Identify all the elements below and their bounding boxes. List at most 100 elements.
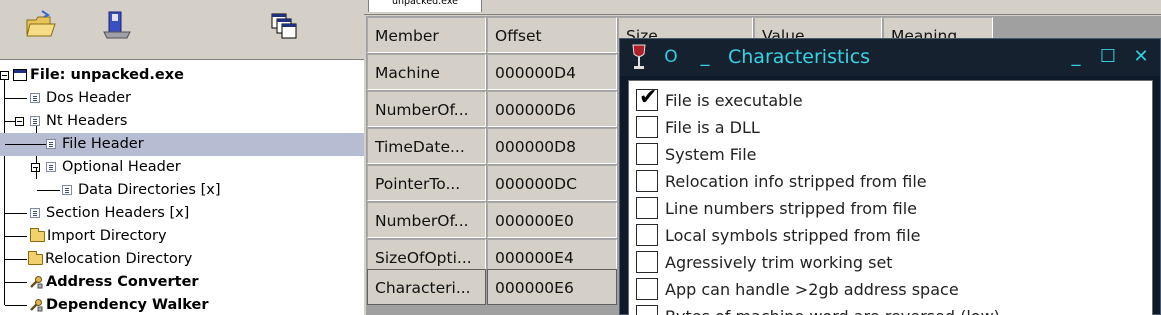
column-header-member[interactable]: Member — [367, 17, 486, 53]
flag-label: Bytes of machine word are reversed (low) — [665, 303, 1000, 315]
flag-label: File is a DLL — [665, 118, 760, 137]
tree-connector — [5, 305, 27, 306]
table-cell-offset[interactable]: 000000DC — [487, 165, 617, 201]
table-cell-member-selected[interactable]: Characteri... — [367, 269, 486, 305]
flag-label: File is executable — [665, 91, 803, 110]
table-cell-offset[interactable]: 000000D6 — [487, 91, 617, 127]
tree-item-label: Relocation Directory — [45, 251, 193, 267]
table-cell-offset-selected[interactable]: 000000E6 — [487, 269, 617, 305]
table-cell-member[interactable]: NumberOf... — [367, 91, 486, 127]
tree-item-root[interactable]: File: unpacked.exe — [0, 64, 364, 87]
flag-label: App can handle >2gb address space — [665, 280, 959, 299]
flag-row[interactable]: File is a DLL — [629, 114, 1152, 141]
table-cell-member[interactable]: PointerTo... — [367, 165, 486, 201]
flag-label: Local symbols stripped from file — [665, 226, 921, 245]
windows-icon[interactable] — [266, 8, 300, 42]
checkbox[interactable] — [636, 116, 658, 138]
tree-connector — [5, 282, 27, 283]
checkbox[interactable] — [636, 170, 658, 192]
tree-item-label: Import Directory — [47, 228, 167, 244]
struct-icon — [30, 208, 40, 218]
wrench-icon — [30, 276, 43, 289]
table-cell-offset[interactable]: 000000E0 — [487, 202, 617, 238]
tab-unpacked-exe[interactable]: unpacked.exe — [368, 0, 482, 12]
maximize-button[interactable]: ☐ — [1095, 46, 1121, 70]
checkbox[interactable] — [636, 224, 658, 246]
table-cell-offset[interactable]: 000000D8 — [487, 128, 617, 164]
struct-icon — [46, 139, 56, 149]
tree-item-label: Section Headers [x] — [46, 205, 190, 221]
flag-row[interactable]: Bytes of machine word are reversed (low) — [629, 303, 1152, 315]
table-cell-member[interactable]: NumberOf... — [367, 202, 486, 238]
dialog-titlebar[interactable]: O _ Characteristics _ ☐ ✕ — [620, 39, 1160, 76]
tree-connector — [5, 98, 27, 99]
flags-list: ✔ File is executable File is a DLL Syste… — [628, 80, 1153, 315]
flag-row[interactable]: Local symbols stripped from file — [629, 222, 1152, 249]
flag-row[interactable]: App can handle >2gb address space — [629, 276, 1152, 303]
tree-item-label: Nt Headers — [46, 113, 128, 129]
window-icon — [13, 69, 27, 81]
flag-label: Agressively trim working set — [665, 253, 893, 272]
close-button[interactable]: ✕ — [1128, 46, 1154, 70]
folder-icon — [30, 228, 45, 242]
tree-item-label: Address Converter — [46, 274, 199, 290]
tree-item-import-directory[interactable]: Import Directory — [0, 225, 364, 248]
characteristics-dialog: O _ Characteristics _ ☐ ✕ ✔ File is exec… — [619, 38, 1161, 315]
shade-button[interactable]: _ — [692, 46, 718, 70]
struct-icon — [30, 93, 40, 103]
table-cell-offset[interactable]: 000000D4 — [487, 54, 617, 90]
folder-icon — [28, 251, 43, 265]
flag-row[interactable]: System File — [629, 141, 1152, 168]
left-panel: File: unpacked.exe Dos Header Nt Headers… — [0, 0, 364, 315]
collapse-toggle-icon[interactable] — [15, 117, 24, 126]
tree-item-label: Dos Header — [46, 90, 131, 106]
tree-item-address-converter[interactable]: Address Converter — [0, 271, 364, 294]
checkbox[interactable] — [636, 197, 658, 219]
tree-connector — [36, 167, 37, 179]
checkbox[interactable] — [636, 143, 658, 165]
tree-connector — [5, 213, 27, 214]
tree-item-dos-header[interactable]: Dos Header — [0, 87, 364, 110]
o-button[interactable]: O — [658, 46, 684, 70]
tree-item-label: File: unpacked.exe — [30, 67, 184, 83]
tree-view[interactable]: File: unpacked.exe Dos Header Nt Headers… — [0, 61, 364, 315]
tree-item-label: Optional Header — [62, 159, 181, 175]
tree-item-label: Dependency Walker — [46, 297, 209, 313]
tree-item-section-headers[interactable]: Section Headers [x] — [0, 202, 364, 225]
tree-item-data-directories[interactable]: Data Directories [x] — [0, 167, 364, 202]
minimize-button[interactable]: _ — [1063, 46, 1089, 70]
toolbar — [0, 0, 364, 60]
table-cell-member[interactable]: Machine — [367, 54, 486, 90]
tree-item-dependency-walker[interactable]: Dependency Walker — [0, 294, 364, 315]
tree-item-file-header[interactable]: File Header — [0, 133, 364, 156]
wrench-icon — [30, 299, 43, 312]
checkbox[interactable]: ✔ — [636, 85, 658, 111]
flag-row[interactable]: Relocation info stripped from file — [629, 168, 1152, 195]
tree-connector — [5, 259, 27, 260]
struct-icon — [62, 185, 72, 195]
checkbox[interactable] — [636, 305, 658, 315]
struct-icon — [46, 162, 56, 172]
wine-glass-icon — [632, 44, 646, 69]
struct-icon — [30, 116, 40, 126]
flag-row[interactable]: ✔ File is executable — [629, 87, 1152, 114]
tree-item-optional-header[interactable]: Optional Header — [0, 156, 364, 179]
checkbox[interactable] — [636, 278, 658, 300]
tree-item-relocation-directory[interactable]: Relocation Directory — [0, 248, 364, 271]
flag-row[interactable]: Agressively trim working set — [629, 249, 1152, 276]
table-cell-member[interactable]: TimeDate... — [367, 128, 486, 164]
tab-strip: unpacked.exe — [364, 0, 1161, 15]
tree-item-label: File Header — [62, 136, 144, 152]
flag-label: Line numbers stripped from file — [665, 199, 918, 218]
dialog-title: Characteristics — [728, 46, 871, 68]
open-folder-icon[interactable] — [24, 8, 58, 42]
tree-connector — [37, 190, 60, 191]
column-header-offset[interactable]: Offset — [487, 17, 617, 53]
checkbox[interactable] — [636, 251, 658, 273]
tree-item-nt-headers[interactable]: Nt Headers — [0, 110, 364, 133]
flag-row[interactable]: Line numbers stripped from file — [629, 195, 1152, 222]
save-disk-icon[interactable] — [100, 8, 134, 42]
collapse-toggle-icon[interactable] — [0, 71, 9, 80]
tree-connector — [5, 144, 46, 145]
checkmark-icon: ✔ — [639, 85, 658, 110]
